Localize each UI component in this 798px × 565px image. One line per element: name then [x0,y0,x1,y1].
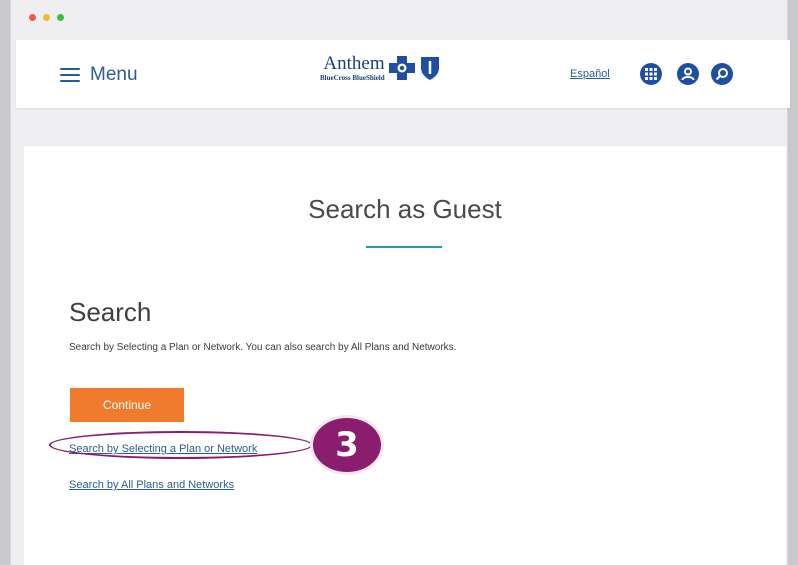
search-all-plans-link[interactable]: Search by All Plans and Networks [69,479,234,491]
blue-cross-icon [388,56,415,80]
minimize-window-button[interactable] [43,14,50,21]
user-icon[interactable] [677,63,699,85]
maximize-window-button[interactable] [57,14,64,21]
title-underline [366,246,442,248]
menu-label: Menu [90,64,138,85]
logo-name: Anthem [323,53,385,74]
menu-button[interactable]: Menu [60,64,138,86]
site-header: Menu Anthem BlueCross BlueShield Español [16,40,790,108]
window-controls [29,14,64,21]
search-description: Search by Selecting a Plan or Network. Y… [69,342,457,353]
annotation-highlight-ellipse [49,431,313,459]
espanol-link[interactable]: Español [570,68,610,80]
search-icon[interactable] [711,63,733,85]
step-number-badge: 3 [313,418,381,472]
page-title: Search as Guest [308,194,502,224]
anthem-logo[interactable]: Anthem BlueCross BlueShield [320,54,441,82]
search-heading: Search [69,297,152,327]
logo-subtitle: BlueCross BlueShield [320,74,385,82]
search-card: Search as Guest Search Search by Selecti… [24,146,786,565]
grid-icon[interactable] [640,63,662,85]
hamburger-icon [60,68,80,82]
continue-button[interactable]: Continue [70,388,184,422]
blue-shield-icon [420,57,439,80]
close-window-button[interactable] [29,14,36,21]
